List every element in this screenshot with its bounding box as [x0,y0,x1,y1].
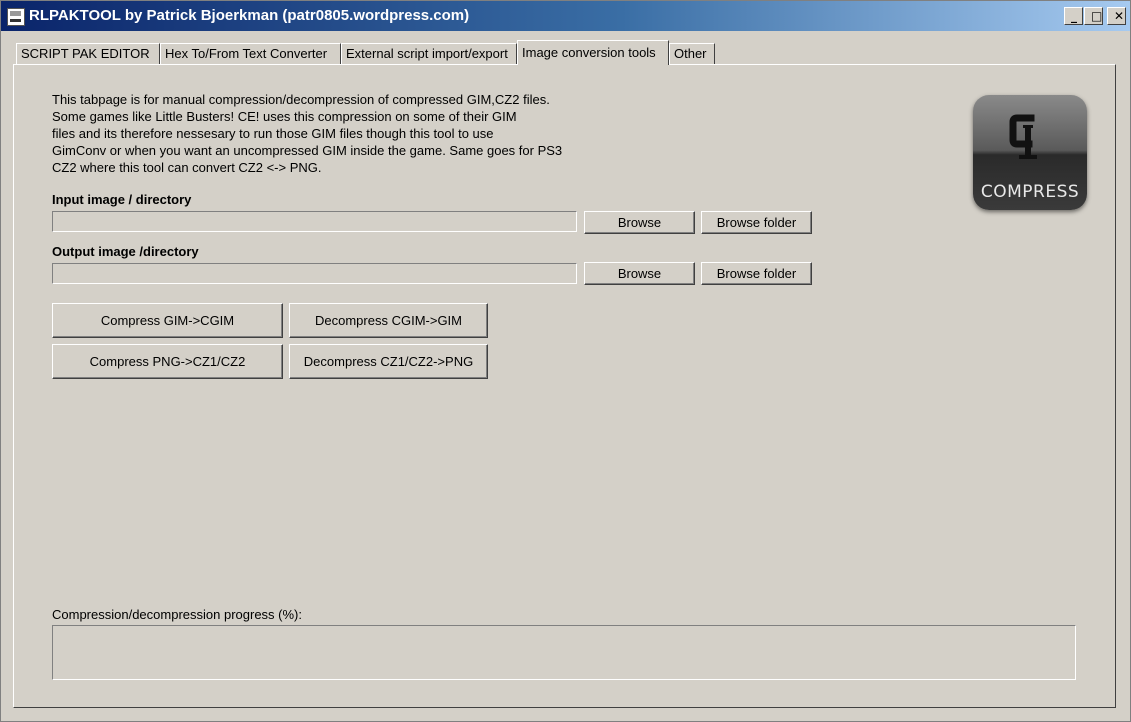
input-path-field[interactable] [52,211,577,232]
input-browse-button[interactable]: Browse [584,211,695,234]
clamp-icon [1009,114,1037,159]
progress-label: Compression/decompression progress (%): [52,607,302,622]
description-line: This tabpage is for manual compression/d… [52,92,550,107]
app-icon[interactable] [7,8,25,26]
tab-external-script[interactable]: External script import/export [341,43,517,64]
window-title: RLPAKTOOL by Patrick Bjoerkman (patr0805… [29,7,470,24]
output-path-field[interactable] [52,263,577,284]
description-line: CZ2 where this tool can convert CZ2 <-> … [52,160,322,175]
input-browse-folder-button[interactable]: Browse folder [701,211,812,234]
tab-script-pak-editor[interactable]: SCRIPT PAK EDITOR [16,43,160,64]
tab-hex-text-converter[interactable]: Hex To/From Text Converter [160,43,341,64]
output-label: Output image /directory [52,244,199,259]
input-label: Input image / directory [52,192,192,207]
compress-gim-button[interactable]: Compress GIM->CGIM [52,303,283,338]
minimize-button[interactable]: _ [1064,7,1083,25]
decompress-cz-button[interactable]: Decompress CZ1/CZ2->PNG [289,344,488,379]
tab-image-conversion-tools[interactable]: Image conversion tools [517,40,669,65]
title-bar[interactable]: RLPAKTOOL by Patrick Bjoerkman (patr0805… [1,1,1130,31]
description-line: GimConv or when you want an uncompressed… [52,143,563,158]
description-line: files and its therefore nessesary to run… [52,126,494,141]
output-browse-button[interactable]: Browse [584,262,695,285]
progress-bar [52,625,1076,680]
maximize-button[interactable]: □ [1084,7,1103,25]
logo-label: COMPRESS [980,182,1080,202]
compress-logo: COMPRESS [973,95,1087,210]
compress-png-button[interactable]: Compress PNG->CZ1/CZ2 [52,344,283,379]
output-browse-folder-button[interactable]: Browse folder [701,262,812,285]
description-text: This tabpage is for manual compression/d… [52,91,652,176]
description-line: Some games like Little Busters! CE! uses… [52,109,517,124]
decompress-cgim-button[interactable]: Decompress CGIM->GIM [289,303,488,338]
tab-other[interactable]: Other [669,43,715,64]
close-button[interactable]: ✕ [1107,7,1126,25]
